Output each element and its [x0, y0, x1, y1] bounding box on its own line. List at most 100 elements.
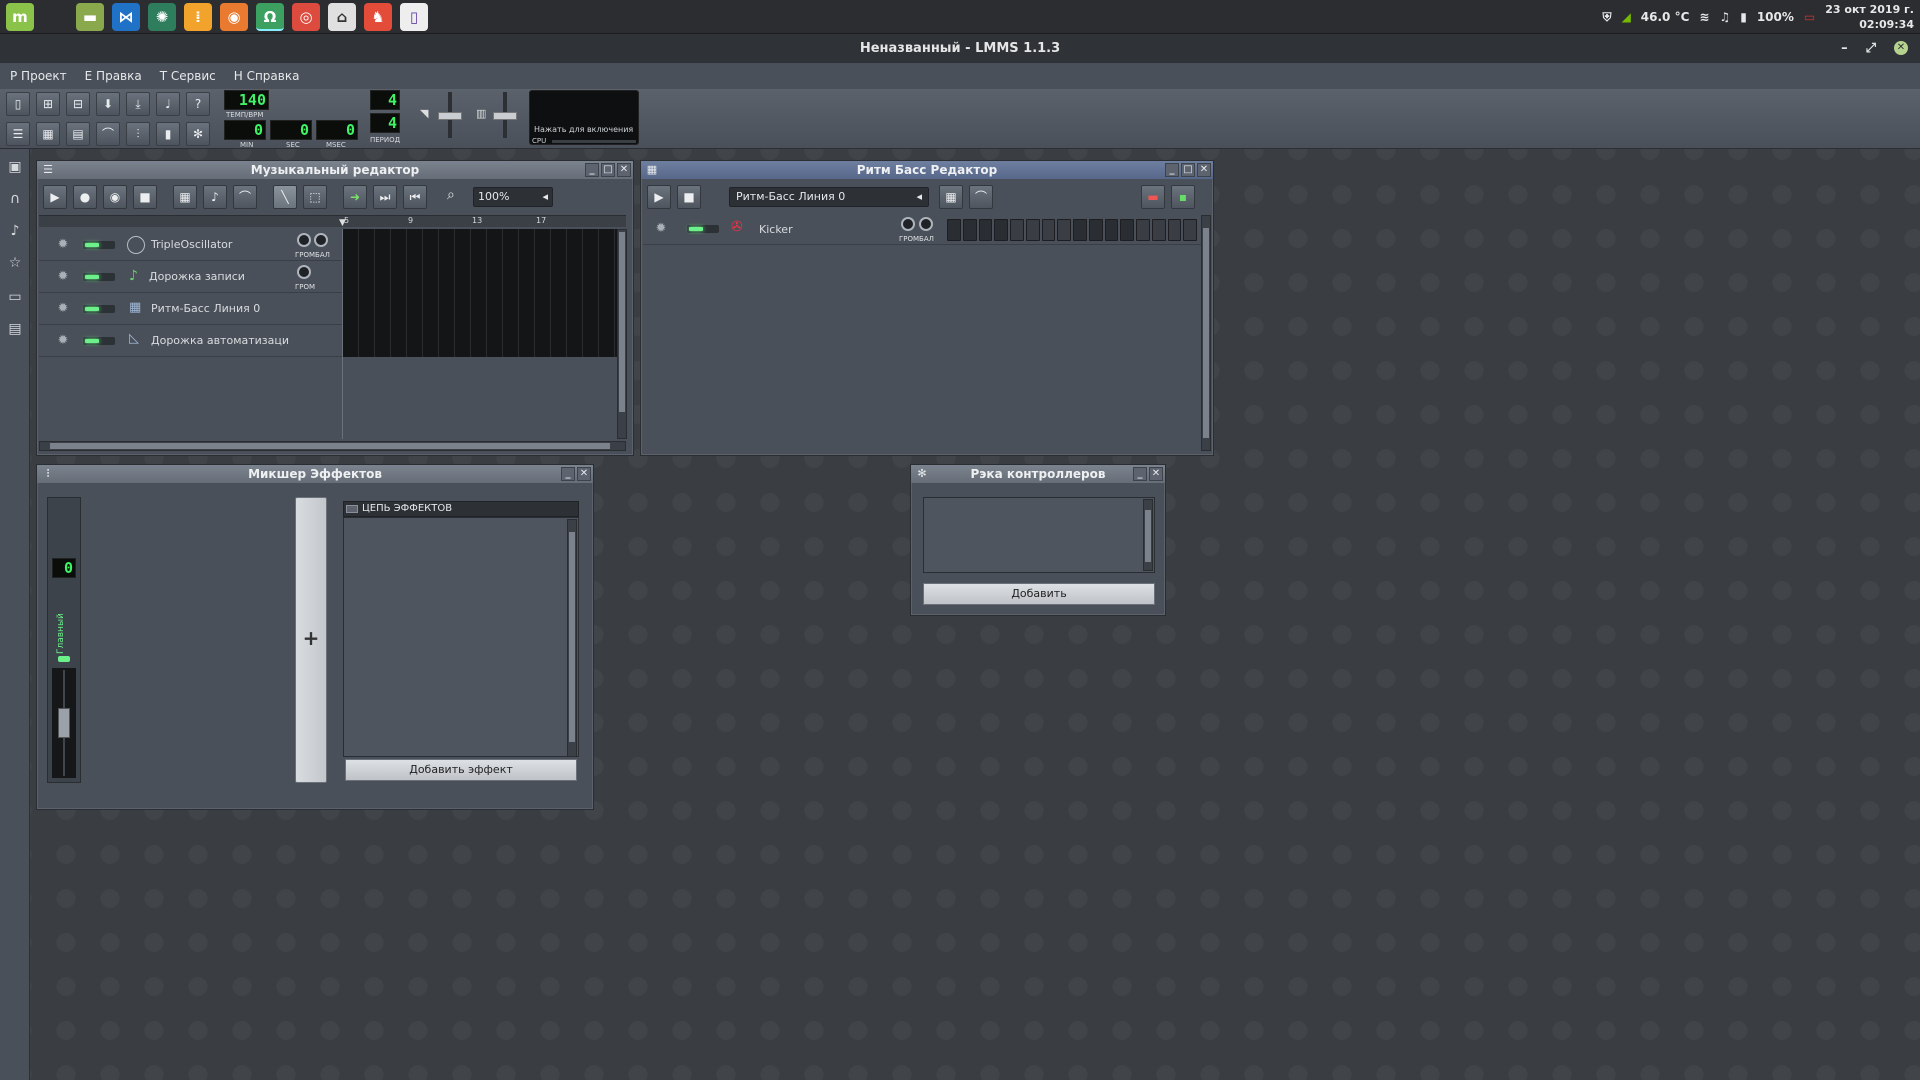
my-samples-icon[interactable]: ∩: [5, 191, 25, 213]
panning-knob[interactable]: [314, 233, 328, 247]
track-row[interactable]: ✹ ♪ Дорожка записи ГРОМ: [39, 261, 344, 293]
step-button[interactable]: [1088, 219, 1103, 241]
mute-toggle[interactable]: [83, 305, 115, 313]
atom-icon[interactable]: ✺: [148, 3, 176, 31]
files-icon[interactable]: ▬: [76, 3, 104, 31]
time-sig-denominator[interactable]: 4: [370, 113, 400, 133]
close-button[interactable]: ✕: [1197, 163, 1211, 177]
loop-points-icon[interactable]: ⏭: [373, 185, 397, 209]
clock[interactable]: 23 окт 2019 г. 02:09:34: [1825, 2, 1914, 32]
flag-icon[interactable]: ▭: [1804, 10, 1815, 24]
track-row[interactable]: ✹ ◺ Дорожка автоматизаци: [39, 325, 344, 357]
new-project-icon[interactable]: ▯: [6, 92, 30, 116]
shield-icon[interactable]: ⛨: [1603, 10, 1612, 25]
play-button[interactable]: ▶: [43, 185, 67, 209]
vertical-scrollbar[interactable]: [617, 229, 627, 439]
step-button[interactable]: [962, 219, 977, 241]
menu-tools[interactable]: Т Сервис: [160, 69, 216, 83]
song-editor-icon[interactable]: ☰: [6, 122, 30, 146]
new-from-template-icon[interactable]: ⊞: [36, 92, 60, 116]
master-channel-strip[interactable]: 0 Главный: [47, 497, 81, 783]
vertical-scrollbar[interactable]: [567, 519, 577, 757]
add-automation-track-icon[interactable]: ⌒: [969, 185, 993, 209]
track-settings-icon[interactable]: ✹: [55, 333, 71, 349]
track-settings-icon[interactable]: ✹: [653, 221, 669, 237]
master-pitch-slider[interactable]: [493, 92, 517, 138]
step-button[interactable]: [1104, 219, 1119, 241]
panning-knob[interactable]: [919, 217, 933, 231]
step-button[interactable]: [1025, 219, 1040, 241]
step-button[interactable]: [1010, 219, 1024, 241]
add-bb-track-icon[interactable]: ▦: [173, 185, 197, 209]
track-settings-icon[interactable]: ✹: [55, 237, 71, 253]
mixer-icon[interactable]: ⁞: [184, 3, 212, 31]
mute-toggle[interactable]: [83, 273, 115, 281]
recent-projects-icon[interactable]: ⬇: [96, 92, 120, 116]
vscode-icon[interactable]: ⋈: [112, 3, 140, 31]
piano-roll-icon[interactable]: ▤: [66, 122, 90, 146]
export-icon[interactable]: ♩: [156, 92, 180, 116]
mute-toggle[interactable]: [687, 225, 719, 233]
add-channel-button[interactable]: +: [295, 497, 327, 783]
mint-menu-icon[interactable]: m: [6, 3, 34, 31]
my-computer-icon[interactable]: ▤: [5, 321, 25, 343]
chrome-icon[interactable]: ◎: [292, 3, 320, 31]
add-controller-button[interactable]: Добавить: [923, 583, 1155, 605]
record-button[interactable]: ●: [73, 185, 97, 209]
remove-steps-icon[interactable]: ▬: [1141, 185, 1165, 209]
headphones-icon[interactable]: Ω: [256, 3, 284, 31]
auto-scroll-icon[interactable]: ➜: [343, 185, 367, 209]
menu-help[interactable]: Н Справка: [234, 69, 300, 83]
fx-mixer-icon[interactable]: ⫶: [126, 122, 150, 146]
minimize-button[interactable]: _: [585, 163, 599, 177]
song-editor-titlebar[interactable]: ☰ Музыкальный редактор _ □ ✕: [37, 161, 633, 179]
fader-handle[interactable]: [58, 708, 70, 738]
mute-toggle[interactable]: [83, 337, 115, 345]
blender-icon[interactable]: ◉: [220, 3, 248, 31]
close-button[interactable]: ✕: [1894, 41, 1908, 55]
track-row[interactable]: ✹ TripleOscillator ГРОМБАЛ: [39, 229, 344, 261]
draw-mode-icon[interactable]: ╲: [273, 185, 297, 209]
track-name[interactable]: Ритм-Басс Линия 0: [151, 302, 260, 315]
my-presets-icon[interactable]: ♪: [5, 223, 25, 245]
save-project-icon[interactable]: ⤓: [126, 92, 150, 116]
twitch-icon[interactable]: ▯: [400, 3, 428, 31]
step-button[interactable]: [1120, 219, 1134, 241]
track-name[interactable]: Дорожка автоматизаци: [151, 334, 289, 347]
nvidia-icon[interactable]: ◢: [1622, 10, 1631, 24]
step-button[interactable]: [1073, 219, 1087, 241]
minimize-button[interactable]: _: [561, 467, 575, 481]
add-sample-track-icon[interactable]: ♪: [203, 185, 227, 209]
bb-editor-titlebar[interactable]: ▦ Ритм Басс Редактор _ □ ✕: [641, 161, 1213, 179]
maximize-button[interactable]: □: [1181, 163, 1195, 177]
track-name[interactable]: TripleOscillator: [151, 238, 232, 251]
my-home-icon[interactable]: ☆: [5, 255, 25, 277]
bb-track-select[interactable]: Ритм-Басс Линия 0 ◂: [729, 187, 929, 207]
vertical-scrollbar[interactable]: [1201, 215, 1211, 451]
stop-button[interactable]: ■: [677, 185, 701, 209]
add-automation-track-icon[interactable]: ⌒: [233, 185, 257, 209]
add-steps-icon[interactable]: ▪: [1171, 185, 1195, 209]
controller-rack-titlebar[interactable]: ✻ Рэка контроллеров _ ✕: [911, 465, 1165, 483]
track-settings-icon[interactable]: ✹: [55, 301, 71, 317]
maximize-button[interactable]: □: [601, 163, 615, 177]
controller-rack-icon[interactable]: ✻: [186, 122, 210, 146]
time-sig-numerator[interactable]: 4: [370, 90, 400, 110]
whats-this-icon[interactable]: ?: [186, 92, 210, 116]
chain-toggle[interactable]: [346, 505, 358, 513]
step-button[interactable]: [1041, 219, 1056, 241]
horizontal-scrollbar[interactable]: [39, 441, 626, 451]
track-row[interactable]: ✹ ▦ Ритм-Басс Линия 0: [39, 293, 344, 325]
menu-project[interactable]: Р Проект: [10, 69, 67, 83]
playhead-icon[interactable]: ▼: [339, 218, 346, 228]
maximize-button[interactable]: ⤢: [1866, 34, 1876, 63]
step-button[interactable]: [1183, 219, 1197, 241]
step-button[interactable]: [947, 219, 961, 241]
volume-knob[interactable]: [297, 265, 311, 279]
volume-knob[interactable]: [901, 217, 915, 231]
stop-behaviour-icon[interactable]: ⏮: [403, 185, 427, 209]
track-settings-icon[interactable]: ✹: [55, 269, 71, 285]
automation-editor-icon[interactable]: ⌒: [96, 122, 120, 146]
close-button[interactable]: ✕: [1149, 467, 1163, 481]
battery-icon[interactable]: ▮: [1740, 10, 1747, 24]
